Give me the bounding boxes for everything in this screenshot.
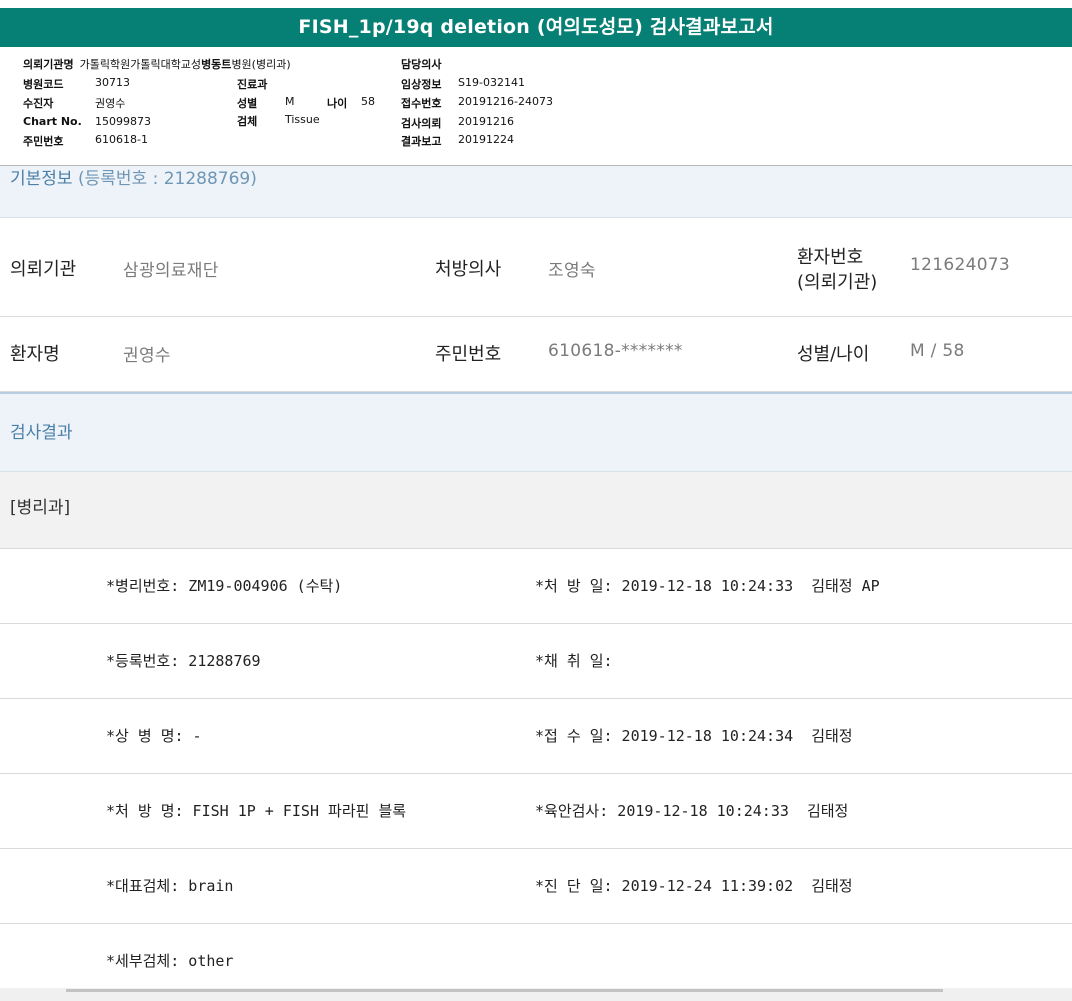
horizontal-scrollbar[interactable] [0,988,1072,1001]
header-label: 검사의뢰 [401,117,442,130]
scrollbar-thumb[interactable] [66,989,943,992]
label-prescribing-doctor: 처방의사 [435,259,502,280]
diagnosis-date: *진 단 일: 2019-12-24 11:39:02 김태정 [535,877,853,895]
registration-number: (등록번호 : 21288769) [77,169,257,189]
result-row: *병리번호: ZM19-004906 (수탁) *처 방 일: 2019-12-… [0,549,1072,624]
representative-specimen: *대표검체: brain [106,877,234,895]
header-label: 담당의사 [401,58,442,71]
value-patient-name: 권영수 [123,346,171,366]
label-requesting-org: 의뢰기관 [10,259,77,280]
value-resident-number: 610618-******* [548,341,683,361]
header-value: 권영수 [95,97,126,110]
header-value: 58 [361,95,375,108]
header-label: 검체 [237,115,258,128]
gross-exam-date: *육안검사: 2019-12-18 10:24:33 김태정 [535,802,849,820]
value-requesting-org: 삼광의료재단 [123,261,219,281]
result-heading: 검사결과 [0,392,1072,472]
header-label: 접수번호 [401,97,442,110]
top-gap [0,0,1072,8]
header-value: M [285,95,295,108]
header-label: 성별 [237,97,258,110]
result-row: *처 방 명: FISH 1P + FISH 파라핀 블록 *육안검사: 201… [0,774,1072,849]
result-row: *상 병 명: - *접 수 일: 2019-12-18 10:24:34 김태… [0,699,1072,774]
diagnosis-name: *상 병 명: - [106,727,202,745]
label-patient-number: 환자번호 [797,247,864,268]
header-field: 병원코드 [23,78,64,91]
prescription-name: *처 방 명: FISH 1P + FISH 파라핀 블록 [106,802,407,820]
header-field: 수진자 [23,97,54,110]
report-header: 의뢰기관명 가톨릭학원가톨릭대학교성병동트병원(병리과) 병원코드 30713 수… [0,47,1072,166]
header-label: 결과보고 [401,135,442,148]
pathology-number: *병리번호: ZM19-004906 (수탁) [106,577,343,595]
label-sex-age: 성별/나이 [797,344,870,365]
basic-info-title: 기본정보 [10,169,73,189]
header-value: 30713 [95,76,130,89]
collection-date: *채 취 일: [535,652,613,670]
value-sex-age: M / 58 [910,341,965,361]
value-prescribing-doctor: 조영숙 [548,261,596,281]
basic-info-heading: 기본정보 (등록번호 : 21288769) [0,166,1072,218]
header-value: 15099873 [95,115,151,128]
header-field: 주민번호 [23,135,64,148]
value-patient-number: 121624073 [910,255,1011,275]
header-value: Tissue [285,113,320,126]
basic-info-row: 환자명 권영수 주민번호 610618-******* 성별/나이 M / 58 [0,317,1072,392]
header-label: 진료과 [237,78,268,91]
registration-number-field: *등록번호: 21288769 [106,652,261,670]
header-field: 의뢰기관명 가톨릭학원가톨릭대학교성병동트병원(병리과) [23,58,291,71]
prescription-date: *처 방 일: 2019-12-18 10:24:33 김태정 AP [535,577,880,595]
header-field: Chart No. [23,115,82,128]
report-title: FISH_1p/19q deletion (여의도성모) 검사결과보고서 [0,8,1072,47]
header-value: 20191224 [458,133,514,146]
result-row: *등록번호: 21288769 *채 취 일: [0,624,1072,699]
detail-specimen: *세부검체: other [106,952,234,970]
header-value: 20191216-24073 [458,95,553,108]
header-value: S19-032141 [458,76,525,89]
receipt-date: *접 수 일: 2019-12-18 10:24:34 김태정 [535,727,853,745]
result-row: *대표검체: brain *진 단 일: 2019-12-24 11:39:02… [0,849,1072,924]
header-value: 20191216 [458,115,514,128]
label-patient-number-sub: (의뢰기관) [797,272,878,293]
label-patient-name: 환자명 [10,344,60,365]
header-value: 610618-1 [95,133,148,146]
label-resident-number: 주민번호 [435,344,502,365]
result-row: *세부검체: other [0,924,1072,998]
header-label: 나이 [327,97,348,110]
department-label: [병리과] [0,472,1072,549]
basic-info-row: 의뢰기관 삼광의료재단 처방의사 조영숙 환자번호 (의뢰기관) 1216240… [0,218,1072,317]
header-label: 임상정보 [401,78,442,91]
